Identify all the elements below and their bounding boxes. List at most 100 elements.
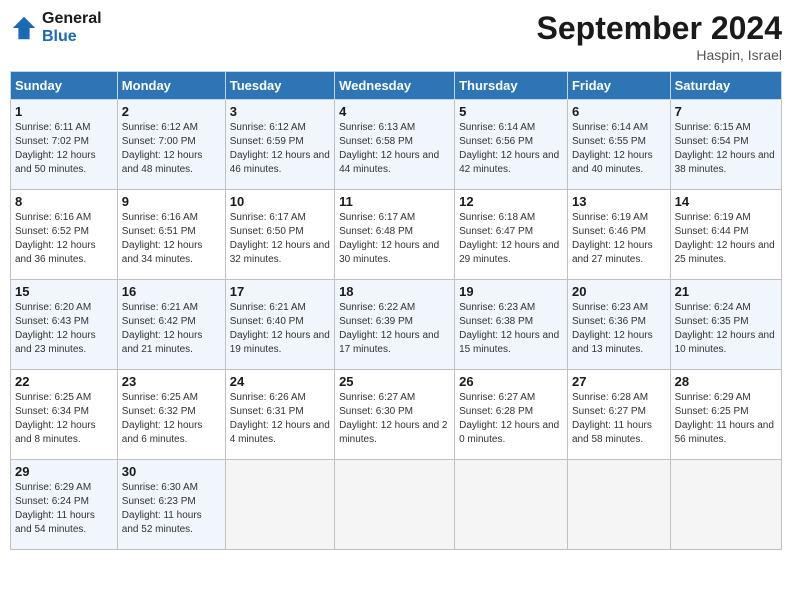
calendar-cell: 7 Sunrise: 6:15 AM Sunset: 6:54 PM Dayli… — [670, 100, 781, 190]
day-number: 30 — [122, 464, 221, 479]
day-detail: Sunrise: 6:19 AM Sunset: 6:46 PM Dayligh… — [572, 211, 666, 267]
month-title: September 2024 — [537, 10, 782, 47]
day-detail: Sunrise: 6:17 AM Sunset: 6:48 PM Dayligh… — [339, 211, 450, 267]
day-detail: Sunrise: 6:27 AM Sunset: 6:30 PM Dayligh… — [339, 391, 450, 447]
calendar-cell: 4 Sunrise: 6:13 AM Sunset: 6:58 PM Dayli… — [335, 100, 455, 190]
calendar-cell: 14 Sunrise: 6:19 AM Sunset: 6:44 PM Dayl… — [670, 190, 781, 280]
calendar-cell: 1 Sunrise: 6:11 AM Sunset: 7:02 PM Dayli… — [11, 100, 118, 190]
day-number: 23 — [122, 374, 221, 389]
calendar-cell: 17 Sunrise: 6:21 AM Sunset: 6:40 PM Dayl… — [225, 280, 334, 370]
calendar-cell: 24 Sunrise: 6:26 AM Sunset: 6:31 PM Dayl… — [225, 370, 334, 460]
day-detail: Sunrise: 6:23 AM Sunset: 6:38 PM Dayligh… — [459, 301, 563, 357]
calendar-cell: 18 Sunrise: 6:22 AM Sunset: 6:39 PM Dayl… — [335, 280, 455, 370]
day-number: 29 — [15, 464, 113, 479]
day-detail: Sunrise: 6:17 AM Sunset: 6:50 PM Dayligh… — [230, 211, 330, 267]
day-number: 2 — [122, 104, 221, 119]
day-number: 14 — [675, 194, 777, 209]
day-number: 6 — [572, 104, 666, 119]
day-detail: Sunrise: 6:18 AM Sunset: 6:47 PM Dayligh… — [459, 211, 563, 267]
calendar-cell: 25 Sunrise: 6:27 AM Sunset: 6:30 PM Dayl… — [335, 370, 455, 460]
day-number: 28 — [675, 374, 777, 389]
calendar-cell: 28 Sunrise: 6:29 AM Sunset: 6:25 PM Dayl… — [670, 370, 781, 460]
day-detail: Sunrise: 6:26 AM Sunset: 6:31 PM Dayligh… — [230, 391, 330, 447]
day-detail: Sunrise: 6:25 AM Sunset: 6:34 PM Dayligh… — [15, 391, 113, 447]
calendar-cell: 9 Sunrise: 6:16 AM Sunset: 6:51 PM Dayli… — [117, 190, 225, 280]
day-number: 1 — [15, 104, 113, 119]
calendar-cell: 3 Sunrise: 6:12 AM Sunset: 6:59 PM Dayli… — [225, 100, 334, 190]
calendar-cell: 5 Sunrise: 6:14 AM Sunset: 6:56 PM Dayli… — [455, 100, 568, 190]
day-number: 24 — [230, 374, 330, 389]
calendar-week-row: 22 Sunrise: 6:25 AM Sunset: 6:34 PM Dayl… — [11, 370, 782, 460]
day-detail: Sunrise: 6:20 AM Sunset: 6:43 PM Dayligh… — [15, 301, 113, 357]
calendar-week-row: 1 Sunrise: 6:11 AM Sunset: 7:02 PM Dayli… — [11, 100, 782, 190]
day-detail: Sunrise: 6:11 AM Sunset: 7:02 PM Dayligh… — [15, 121, 113, 177]
day-detail: Sunrise: 6:15 AM Sunset: 6:54 PM Dayligh… — [675, 121, 777, 177]
calendar-cell: 19 Sunrise: 6:23 AM Sunset: 6:38 PM Dayl… — [455, 280, 568, 370]
calendar-cell: 22 Sunrise: 6:25 AM Sunset: 6:34 PM Dayl… — [11, 370, 118, 460]
calendar-cell — [225, 460, 334, 550]
calendar-cell: 29 Sunrise: 6:29 AM Sunset: 6:24 PM Dayl… — [11, 460, 118, 550]
day-number: 15 — [15, 284, 113, 299]
day-number: 5 — [459, 104, 563, 119]
day-number: 13 — [572, 194, 666, 209]
day-number: 8 — [15, 194, 113, 209]
calendar-cell — [567, 460, 670, 550]
day-detail: Sunrise: 6:14 AM Sunset: 6:56 PM Dayligh… — [459, 121, 563, 177]
calendar-cell: 13 Sunrise: 6:19 AM Sunset: 6:46 PM Dayl… — [567, 190, 670, 280]
day-detail: Sunrise: 6:12 AM Sunset: 7:00 PM Dayligh… — [122, 121, 221, 177]
day-number: 4 — [339, 104, 450, 119]
day-number: 7 — [675, 104, 777, 119]
calendar-cell: 26 Sunrise: 6:27 AM Sunset: 6:28 PM Dayl… — [455, 370, 568, 460]
logo: General Blue — [10, 10, 102, 46]
day-header: Tuesday — [225, 72, 334, 100]
logo-text: General Blue — [42, 10, 102, 46]
calendar-cell — [335, 460, 455, 550]
title-area: September 2024 Haspin, Israel — [537, 10, 782, 63]
day-number: 10 — [230, 194, 330, 209]
day-detail: Sunrise: 6:28 AM Sunset: 6:27 PM Dayligh… — [572, 391, 666, 447]
day-number: 19 — [459, 284, 563, 299]
calendar-cell: 12 Sunrise: 6:18 AM Sunset: 6:47 PM Dayl… — [455, 190, 568, 280]
calendar-week-row: 29 Sunrise: 6:29 AM Sunset: 6:24 PM Dayl… — [11, 460, 782, 550]
calendar-cell: 20 Sunrise: 6:23 AM Sunset: 6:36 PM Dayl… — [567, 280, 670, 370]
calendar-cell: 8 Sunrise: 6:16 AM Sunset: 6:52 PM Dayli… — [11, 190, 118, 280]
day-detail: Sunrise: 6:29 AM Sunset: 6:25 PM Dayligh… — [675, 391, 777, 447]
logo-icon — [10, 14, 38, 42]
day-number: 17 — [230, 284, 330, 299]
calendar-week-row: 15 Sunrise: 6:20 AM Sunset: 6:43 PM Dayl… — [11, 280, 782, 370]
day-detail: Sunrise: 6:30 AM Sunset: 6:23 PM Dayligh… — [122, 481, 221, 537]
day-header: Sunday — [11, 72, 118, 100]
day-detail: Sunrise: 6:21 AM Sunset: 6:40 PM Dayligh… — [230, 301, 330, 357]
day-number: 18 — [339, 284, 450, 299]
day-number: 26 — [459, 374, 563, 389]
calendar-cell: 2 Sunrise: 6:12 AM Sunset: 7:00 PM Dayli… — [117, 100, 225, 190]
calendar-cell: 23 Sunrise: 6:25 AM Sunset: 6:32 PM Dayl… — [117, 370, 225, 460]
day-number: 11 — [339, 194, 450, 209]
day-detail: Sunrise: 6:27 AM Sunset: 6:28 PM Dayligh… — [459, 391, 563, 447]
day-detail: Sunrise: 6:16 AM Sunset: 6:51 PM Dayligh… — [122, 211, 221, 267]
day-detail: Sunrise: 6:19 AM Sunset: 6:44 PM Dayligh… — [675, 211, 777, 267]
day-detail: Sunrise: 6:13 AM Sunset: 6:58 PM Dayligh… — [339, 121, 450, 177]
day-detail: Sunrise: 6:14 AM Sunset: 6:55 PM Dayligh… — [572, 121, 666, 177]
day-number: 9 — [122, 194, 221, 209]
day-header: Saturday — [670, 72, 781, 100]
day-number: 12 — [459, 194, 563, 209]
location: Haspin, Israel — [537, 47, 782, 63]
page-header: General Blue September 2024 Haspin, Isra… — [10, 10, 782, 63]
day-header: Monday — [117, 72, 225, 100]
day-detail: Sunrise: 6:22 AM Sunset: 6:39 PM Dayligh… — [339, 301, 450, 357]
day-header: Wednesday — [335, 72, 455, 100]
day-number: 22 — [15, 374, 113, 389]
calendar-cell: 27 Sunrise: 6:28 AM Sunset: 6:27 PM Dayl… — [567, 370, 670, 460]
day-number: 20 — [572, 284, 666, 299]
calendar-cell: 10 Sunrise: 6:17 AM Sunset: 6:50 PM Dayl… — [225, 190, 334, 280]
calendar-cell: 21 Sunrise: 6:24 AM Sunset: 6:35 PM Dayl… — [670, 280, 781, 370]
day-detail: Sunrise: 6:24 AM Sunset: 6:35 PM Dayligh… — [675, 301, 777, 357]
calendar-cell: 11 Sunrise: 6:17 AM Sunset: 6:48 PM Dayl… — [335, 190, 455, 280]
day-number: 27 — [572, 374, 666, 389]
day-header: Friday — [567, 72, 670, 100]
day-number: 3 — [230, 104, 330, 119]
day-number: 21 — [675, 284, 777, 299]
calendar-cell: 15 Sunrise: 6:20 AM Sunset: 6:43 PM Dayl… — [11, 280, 118, 370]
day-detail: Sunrise: 6:25 AM Sunset: 6:32 PM Dayligh… — [122, 391, 221, 447]
